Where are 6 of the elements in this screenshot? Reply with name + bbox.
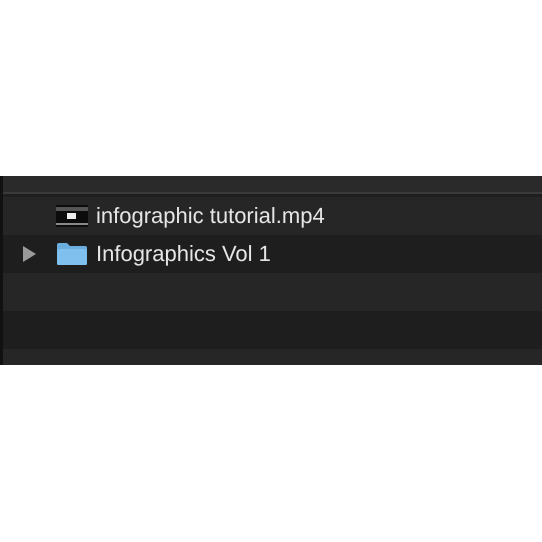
video-file-icon: [56, 205, 88, 227]
file-row[interactable]: infographic tutorial.mp4: [3, 197, 542, 235]
file-name: infographic tutorial.mp4: [96, 203, 325, 229]
folder-icon: [56, 242, 88, 266]
file-name: Infographics Vol 1: [96, 241, 271, 267]
disclosure-triangle-icon[interactable]: [22, 246, 36, 262]
